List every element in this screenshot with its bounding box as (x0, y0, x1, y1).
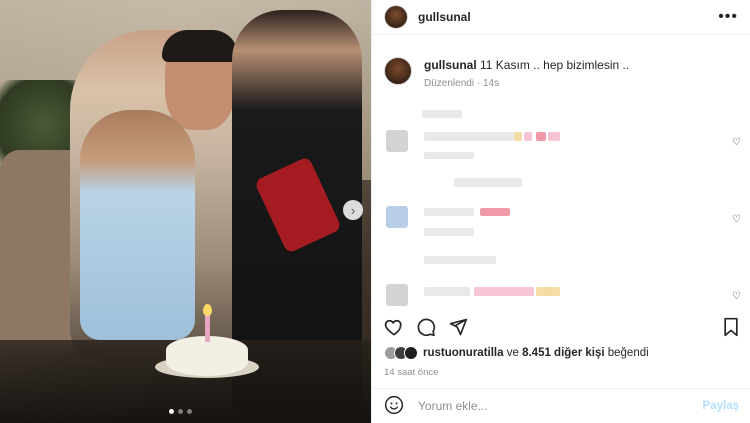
comments-list: ♡ ♡ ♡ (372, 100, 750, 310)
post-photo[interactable]: › (0, 0, 371, 423)
smiley-icon[interactable] (384, 395, 404, 418)
comment-icon[interactable] (416, 317, 436, 337)
more-dots-icon[interactable]: ••• (718, 8, 738, 26)
carousel-indicator (169, 409, 192, 414)
post-actions (384, 316, 740, 338)
edited-label: Düzenlendi (424, 78, 475, 89)
blurred-text (474, 287, 534, 296)
heart-icon[interactable] (384, 317, 404, 337)
send-icon[interactable] (448, 317, 468, 337)
carousel-dot (169, 409, 174, 414)
likes-username[interactable]: rustuonuratilla (423, 347, 504, 359)
blurred-text (424, 256, 496, 264)
blurred-text (536, 132, 546, 141)
blurred-text (514, 132, 522, 141)
heart-icon[interactable]: ♡ (732, 137, 743, 148)
blurred-text (548, 132, 560, 141)
blurred-avatar (386, 284, 408, 306)
bookmark-icon[interactable] (722, 317, 740, 337)
blurred-avatar (386, 130, 408, 152)
likes-others[interactable]: 8.451 diğer kişi (522, 347, 604, 359)
photo-girl (80, 110, 195, 340)
photo-cake (166, 336, 248, 376)
comment-composer: Yorum ekle... Paylaş (372, 388, 750, 423)
blurred-text (536, 287, 560, 296)
carousel-dot (187, 409, 192, 414)
liker-avatars (384, 346, 418, 360)
edited-time: 14s (482, 78, 500, 89)
comment-input[interactable]: Yorum ekle... (418, 399, 488, 413)
blurred-text (480, 208, 510, 216)
blurred-text (424, 228, 474, 236)
photo-candle-flame (203, 304, 212, 316)
blurred-text (524, 132, 532, 141)
post-caption: gullsunal 11 Kasım .. hep bizimlesin .. … (372, 35, 750, 92)
photo-man-hair (162, 30, 238, 62)
photo-candle (205, 312, 210, 342)
likes-connector: ve (506, 347, 519, 359)
blurred-text (454, 178, 522, 187)
header-username[interactable]: gullsunal (418, 10, 471, 24)
avatar[interactable] (384, 5, 408, 29)
chevron-right-icon: › (350, 202, 356, 218)
blurred-text (424, 132, 514, 141)
caption-text: 11 Kasım .. hep bizimlesin .. (480, 58, 630, 72)
meta-separator: · (476, 78, 481, 89)
caption-username[interactable]: gullsunal (424, 58, 477, 72)
post-header: gullsunal ••• (372, 0, 750, 35)
blurred-text (424, 287, 470, 296)
avatar (404, 346, 418, 360)
blurred-text (422, 110, 462, 118)
blurred-text (424, 152, 474, 159)
post-time[interactable]: 14 saat önce (384, 367, 438, 378)
blurred-text (424, 208, 474, 216)
post-comment-button[interactable]: Paylaş (703, 400, 739, 412)
carousel-next-button[interactable]: › (343, 200, 363, 220)
likes-summary[interactable]: rustuonuratilla ve 8.451 diğer kişi beğe… (384, 346, 649, 360)
blurred-avatar (386, 206, 408, 228)
heart-icon[interactable]: ♡ (732, 214, 743, 225)
heart-icon[interactable]: ♡ (732, 291, 743, 302)
avatar[interactable] (384, 57, 412, 85)
carousel-dot (178, 409, 183, 414)
likes-suffix: beğendi (607, 347, 649, 359)
post-sidebar: gullsunal ••• gullsunal 11 Kasım .. hep … (371, 0, 750, 423)
